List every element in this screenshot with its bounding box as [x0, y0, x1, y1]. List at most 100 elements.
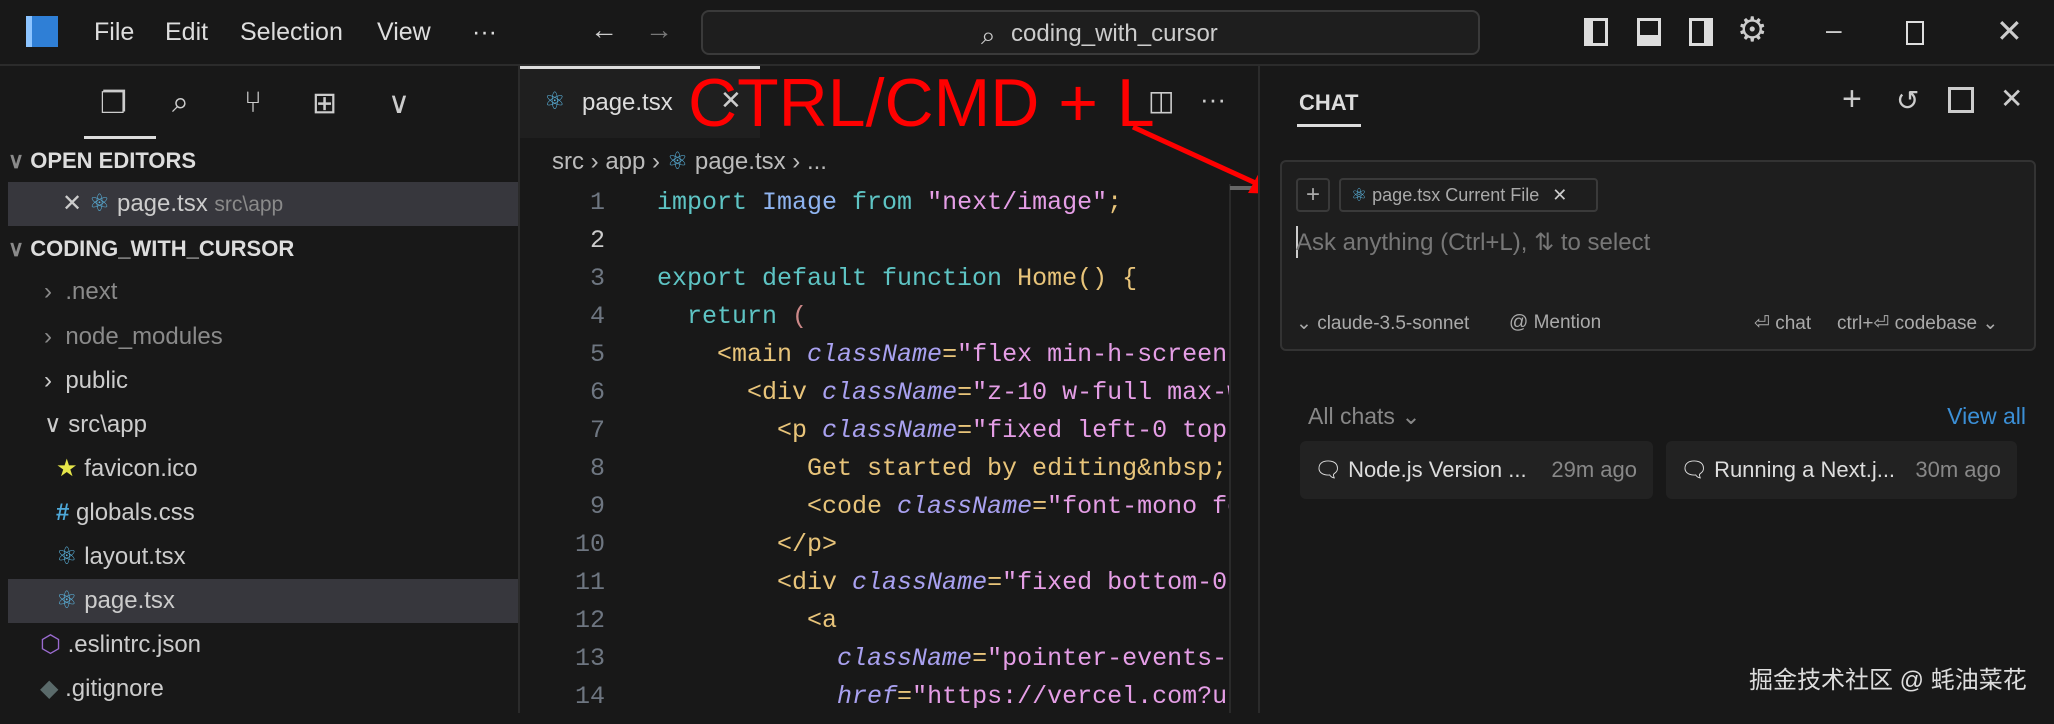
section-label: OPEN EDITORS	[30, 148, 197, 173]
explorer-icon[interactable]: ❐	[100, 86, 127, 121]
code-line[interactable]: </p>	[657, 526, 837, 564]
code-token: Image	[762, 188, 853, 217]
chat-input-box[interactable]: + ⚛ page.tsx Current File ✕ Ask anything…	[1280, 160, 2036, 351]
menu-selection[interactable]: Selection	[240, 18, 343, 47]
breadcrumb-item[interactable]: ...	[807, 148, 827, 175]
chip-label: Current File	[1445, 185, 1540, 205]
project-header[interactable]: ∨ CODING_WITH_CURSOR	[8, 227, 518, 271]
react-icon: ⚛	[544, 88, 566, 115]
code-line[interactable]: href="https://vercel.com?ut	[657, 678, 1229, 716]
code-token: >	[822, 530, 838, 559]
code-line[interactable]: <main className="flex min-h-screen	[657, 336, 1227, 374]
menu-file[interactable]: File	[94, 18, 134, 47]
add-context-button[interactable]: +	[1296, 178, 1330, 212]
back-arrow-icon[interactable]: ←	[590, 14, 618, 46]
maximize-chat-icon[interactable]	[1948, 87, 1974, 113]
chat-history-item[interactable]: 🗨 Node.js Version ... 29m ago	[1300, 441, 1653, 499]
chevron-down-icon: ⌄	[1401, 403, 1421, 429]
tree-file[interactable]: ◆ .gitignore	[8, 667, 518, 711]
line-number: 6	[589, 378, 605, 407]
line-number: 1	[589, 188, 605, 217]
settings-gear-icon[interactable]: ⚙	[1737, 10, 1767, 50]
remove-chip-icon[interactable]: ✕	[1552, 185, 1567, 205]
toggle-panel-icon[interactable]	[1637, 18, 1661, 46]
code-area[interactable]: 1 import Image from "next/image"; 2 3 export…	[520, 184, 1229, 724]
code-line[interactable]: <div className="z-10 w-full max-w	[657, 374, 1229, 412]
close-editor-icon[interactable]: ✕	[62, 190, 89, 217]
context-file-chip[interactable]: ⚛ page.tsx Current File ✕	[1339, 178, 1598, 212]
chat-tab-underline	[1297, 124, 1361, 127]
breadcrumb-item[interactable]: app	[605, 148, 645, 175]
tree-folder[interactable]: › public	[8, 359, 518, 403]
chat-history-item[interactable]: 🗨 Running a Next.j... 30m ago	[1666, 441, 2017, 499]
tree-folder[interactable]: › .next	[8, 270, 518, 314]
toggle-secondary-sidebar-icon[interactable]	[1689, 18, 1713, 46]
code-line[interactable]: <a	[657, 602, 837, 640]
open-editor-item[interactable]: ✕ ⚛ page.tsx src\app	[8, 182, 518, 226]
code-line[interactable]: <div className="fixed bottom-0	[657, 564, 1227, 602]
breadcrumb-item[interactable]: page.tsx	[695, 148, 786, 175]
open-editors-header[interactable]: ∨ OPEN EDITORS	[8, 139, 518, 183]
file-name: page.tsx	[84, 587, 175, 614]
chip-file-name: page.tsx	[1372, 185, 1441, 205]
history-icon[interactable]: ↺	[1896, 84, 1919, 117]
all-chats-dropdown[interactable]: All chats ⌄	[1308, 403, 1421, 430]
new-chat-plus-icon[interactable]: +	[1842, 80, 1862, 119]
line-number: 12	[574, 606, 605, 635]
model-selector[interactable]: ⌄ claude-3.5-sonnet	[1296, 312, 1469, 335]
tree-file[interactable]: ⚛ layout.tsx	[8, 535, 518, 579]
code-token: className	[822, 378, 958, 407]
code-token: p	[792, 416, 823, 445]
tree-file[interactable]: ★ favicon.ico	[8, 447, 518, 491]
code-line[interactable]: Get started by editing&nbsp;	[657, 450, 1227, 488]
code-token: "https://vercel.com?ut	[912, 682, 1229, 711]
code-token: () {	[1077, 264, 1138, 293]
code-line[interactable]: <p className="fixed left-0 top-	[657, 412, 1229, 450]
view-all-link[interactable]: View all	[1947, 403, 2026, 430]
folder-name: node_modules	[65, 323, 223, 350]
source-control-icon[interactable]: ⑂	[244, 86, 262, 120]
code-token: <	[657, 378, 763, 407]
menu-view[interactable]: View	[377, 18, 431, 47]
toggle-sidebar-icon[interactable]	[1584, 18, 1608, 46]
more-views-chevron-icon[interactable]: ∨	[388, 86, 410, 121]
extensions-icon[interactable]: ⊞	[312, 86, 337, 121]
menu-edit[interactable]: Edit	[165, 18, 208, 47]
code-token: "z-10 w-full max-w	[972, 378, 1229, 407]
tree-file-selected[interactable]: ⚛ page.tsx	[8, 579, 518, 623]
code-line[interactable]: className="pointer-events-n	[657, 640, 1229, 678]
code-token: "next/image"	[927, 188, 1108, 217]
tree-file[interactable]: # globals.css	[8, 491, 518, 535]
eslint-icon: ⬡	[40, 631, 68, 658]
file-name: page.tsx	[116, 190, 208, 217]
code-token: import	[657, 188, 763, 217]
chat-submit-hint[interactable]: ⏎ chat	[1754, 312, 1811, 335]
code-line[interactable]: return (	[657, 298, 807, 336]
chat-tab-title[interactable]: CHAT	[1299, 90, 1358, 116]
menu-more[interactable]: ···	[472, 18, 497, 47]
more-actions-icon[interactable]: ···	[1200, 84, 1226, 115]
code-line[interactable]: <code className="font-mono fo	[657, 488, 1229, 526]
tree-file[interactable]: ⬡ .eslintrc.json	[8, 623, 518, 667]
chat-input-placeholder[interactable]: Ask anything (Ctrl+L), ⇅ to select	[1296, 228, 1650, 257]
code-line[interactable]: export default function Home() {	[657, 260, 1137, 298]
code-line[interactable]: import Image from "next/image";	[657, 184, 1122, 222]
forward-arrow-icon[interactable]: →	[645, 14, 673, 46]
breadcrumb-item[interactable]: src	[552, 148, 584, 175]
tree-folder[interactable]: › node_modules	[8, 315, 518, 359]
code-token: className	[657, 644, 973, 673]
close-window-icon[interactable]: ✕	[1996, 12, 2023, 50]
chevron-down-icon: ⌄	[1982, 313, 1999, 334]
search-view-icon[interactable]: ⌕	[172, 86, 189, 120]
tree-folder[interactable]: ∨ src\app	[8, 403, 518, 447]
command-search-box[interactable]: ⌕ coding_with_cursor	[701, 10, 1480, 55]
minimize-icon[interactable]: –	[1826, 14, 1842, 46]
code-token: <	[657, 606, 823, 635]
codebase-submit-hint[interactable]: ctrl+⏎ codebase ⌄	[1837, 312, 1998, 335]
close-chat-icon[interactable]: ✕	[2000, 82, 2023, 115]
maximize-icon[interactable]	[1906, 21, 1924, 45]
code-token: "flex min-h-screen	[957, 340, 1228, 369]
code-token: main	[732, 340, 808, 369]
mention-button[interactable]: @ Mention	[1509, 312, 1601, 334]
css-hash-icon: #	[56, 499, 77, 526]
